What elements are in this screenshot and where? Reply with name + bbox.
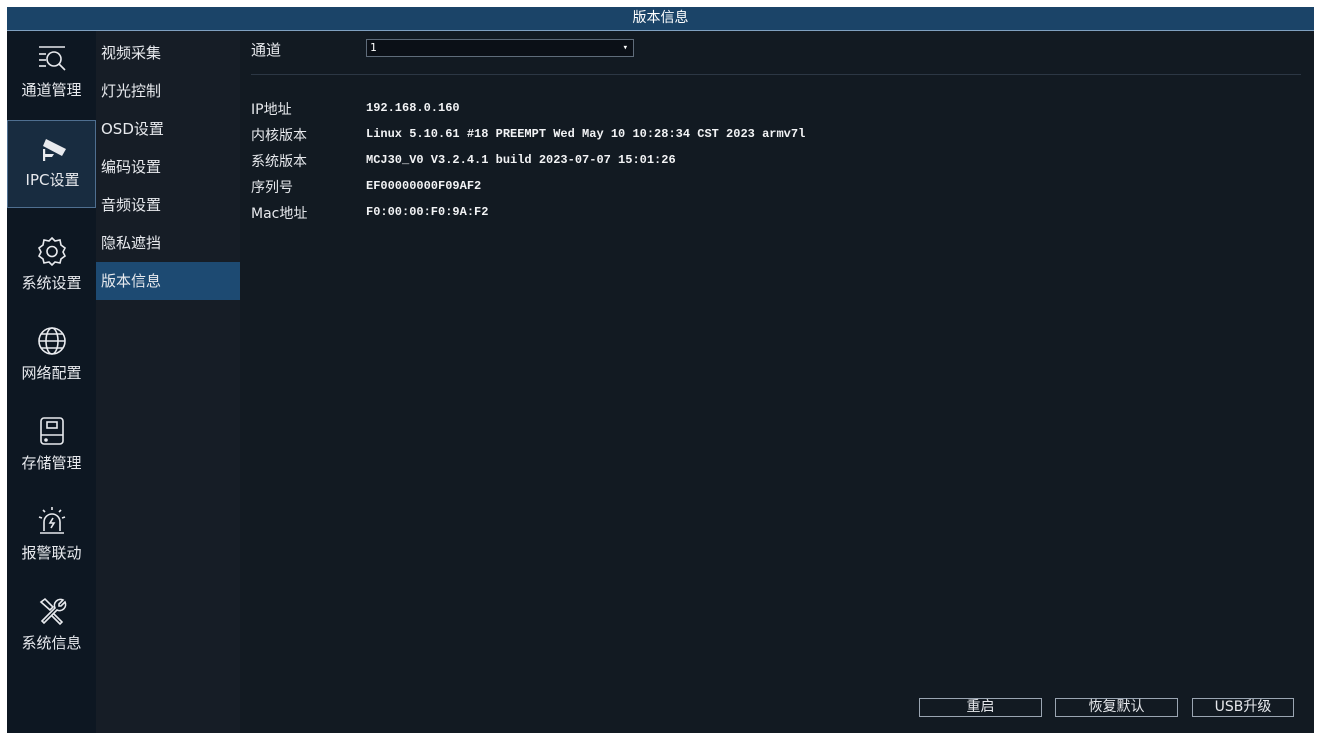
info-key: 系统版本 xyxy=(251,154,307,170)
submenu-item-version-info[interactable]: 版本信息 xyxy=(96,262,240,300)
divider xyxy=(251,74,1301,75)
rail-item-alarm-linkage[interactable]: 报警联动 xyxy=(7,494,96,582)
rail-item-network-config[interactable]: 网络配置 xyxy=(7,314,96,402)
globe-icon xyxy=(38,327,66,355)
restore-defaults-button[interactable]: 恢复默认 xyxy=(1055,698,1178,717)
version-info-panel: 通道 1 ▾ IP地址 192.168.0.160 内核版本 Linux 5.1… xyxy=(240,31,1314,733)
info-value: MCJ30_V0 V3.2.4.1 build 2023-07-07 15:01… xyxy=(366,153,676,167)
channel-label: 通道 xyxy=(251,41,282,59)
info-row-system-version: 系统版本 MCJ30_V0 V3.2.4.1 build 2023-07-07 … xyxy=(251,151,1251,173)
gear-icon xyxy=(37,236,67,267)
info-row-serial: 序列号 EF00000000F09AF2 xyxy=(251,177,1251,199)
main-nav-rail: 通道管理 IPC设置 系统设置 网络配置 存储管理 报警联动 系统信息 xyxy=(7,31,96,733)
rail-item-system-settings[interactable]: 系统设置 xyxy=(7,224,96,312)
submenu-item-light-control[interactable]: 灯光控制 xyxy=(96,72,240,110)
info-key: IP地址 xyxy=(251,102,292,118)
rail-item-ipc-settings[interactable]: IPC设置 xyxy=(7,120,96,208)
info-key: 序列号 xyxy=(251,180,293,196)
app-window: 版本信息 通道管理 IPC设置 系统设置 网络配置 存储管理 报警联动 系统信息… xyxy=(7,7,1314,733)
info-row-kernel: 内核版本 Linux 5.10.61 #18 PREEMPT Wed May 1… xyxy=(251,125,1251,147)
alarm-icon xyxy=(38,507,66,534)
rail-label: 通道管理 xyxy=(21,81,82,99)
rail-label: 网络配置 xyxy=(21,364,82,382)
rail-label: 系统信息 xyxy=(21,634,82,652)
rail-label: 存储管理 xyxy=(21,454,82,472)
usb-upgrade-button[interactable]: USB升级 xyxy=(1192,698,1294,717)
info-row-mac: Mac地址 F0:00:00:F0:9A:F2 xyxy=(251,203,1251,225)
info-key: 内核版本 xyxy=(251,128,307,144)
rail-item-channel-management[interactable]: 通道管理 xyxy=(7,31,96,119)
camera-icon xyxy=(43,139,66,161)
info-value: EF00000000F09AF2 xyxy=(366,179,482,193)
submenu-item-privacy-mask[interactable]: 隐私遮挡 xyxy=(96,224,240,262)
ipc-submenu: 视频采集 灯光控制 OSD设置 编码设置 音频设置 隐私遮挡 版本信息 xyxy=(96,31,240,733)
channel-select[interactable]: 1 ▾ xyxy=(366,39,634,57)
channel-search-icon xyxy=(39,46,66,71)
disk-icon xyxy=(40,417,64,445)
submenu-item-video-capture[interactable]: 视频采集 xyxy=(96,34,240,72)
tools-icon xyxy=(39,597,67,626)
rail-label: 报警联动 xyxy=(21,544,82,562)
info-value: Linux 5.10.61 #18 PREEMPT Wed May 10 10:… xyxy=(366,127,806,141)
rail-item-system-info[interactable]: 系统信息 xyxy=(7,584,96,672)
rail-item-storage-management[interactable]: 存储管理 xyxy=(7,404,96,492)
info-row-ip: IP地址 192.168.0.160 xyxy=(251,99,1251,121)
submenu-item-encode-settings[interactable]: 编码设置 xyxy=(96,148,240,186)
rail-label: 系统设置 xyxy=(21,274,82,292)
channel-select-value: 1 xyxy=(370,41,377,54)
reboot-button[interactable]: 重启 xyxy=(919,698,1042,717)
submenu-item-audio-settings[interactable]: 音频设置 xyxy=(96,186,240,224)
window-title: 版本信息 xyxy=(7,7,1314,31)
dropdown-arrow-icon: ▾ xyxy=(622,43,628,53)
info-value: F0:00:00:F0:9A:F2 xyxy=(366,205,489,219)
rail-label: IPC设置 xyxy=(25,171,80,189)
info-value: 192.168.0.160 xyxy=(366,101,460,115)
info-key: Mac地址 xyxy=(251,206,308,222)
submenu-item-osd-settings[interactable]: OSD设置 xyxy=(96,110,240,148)
